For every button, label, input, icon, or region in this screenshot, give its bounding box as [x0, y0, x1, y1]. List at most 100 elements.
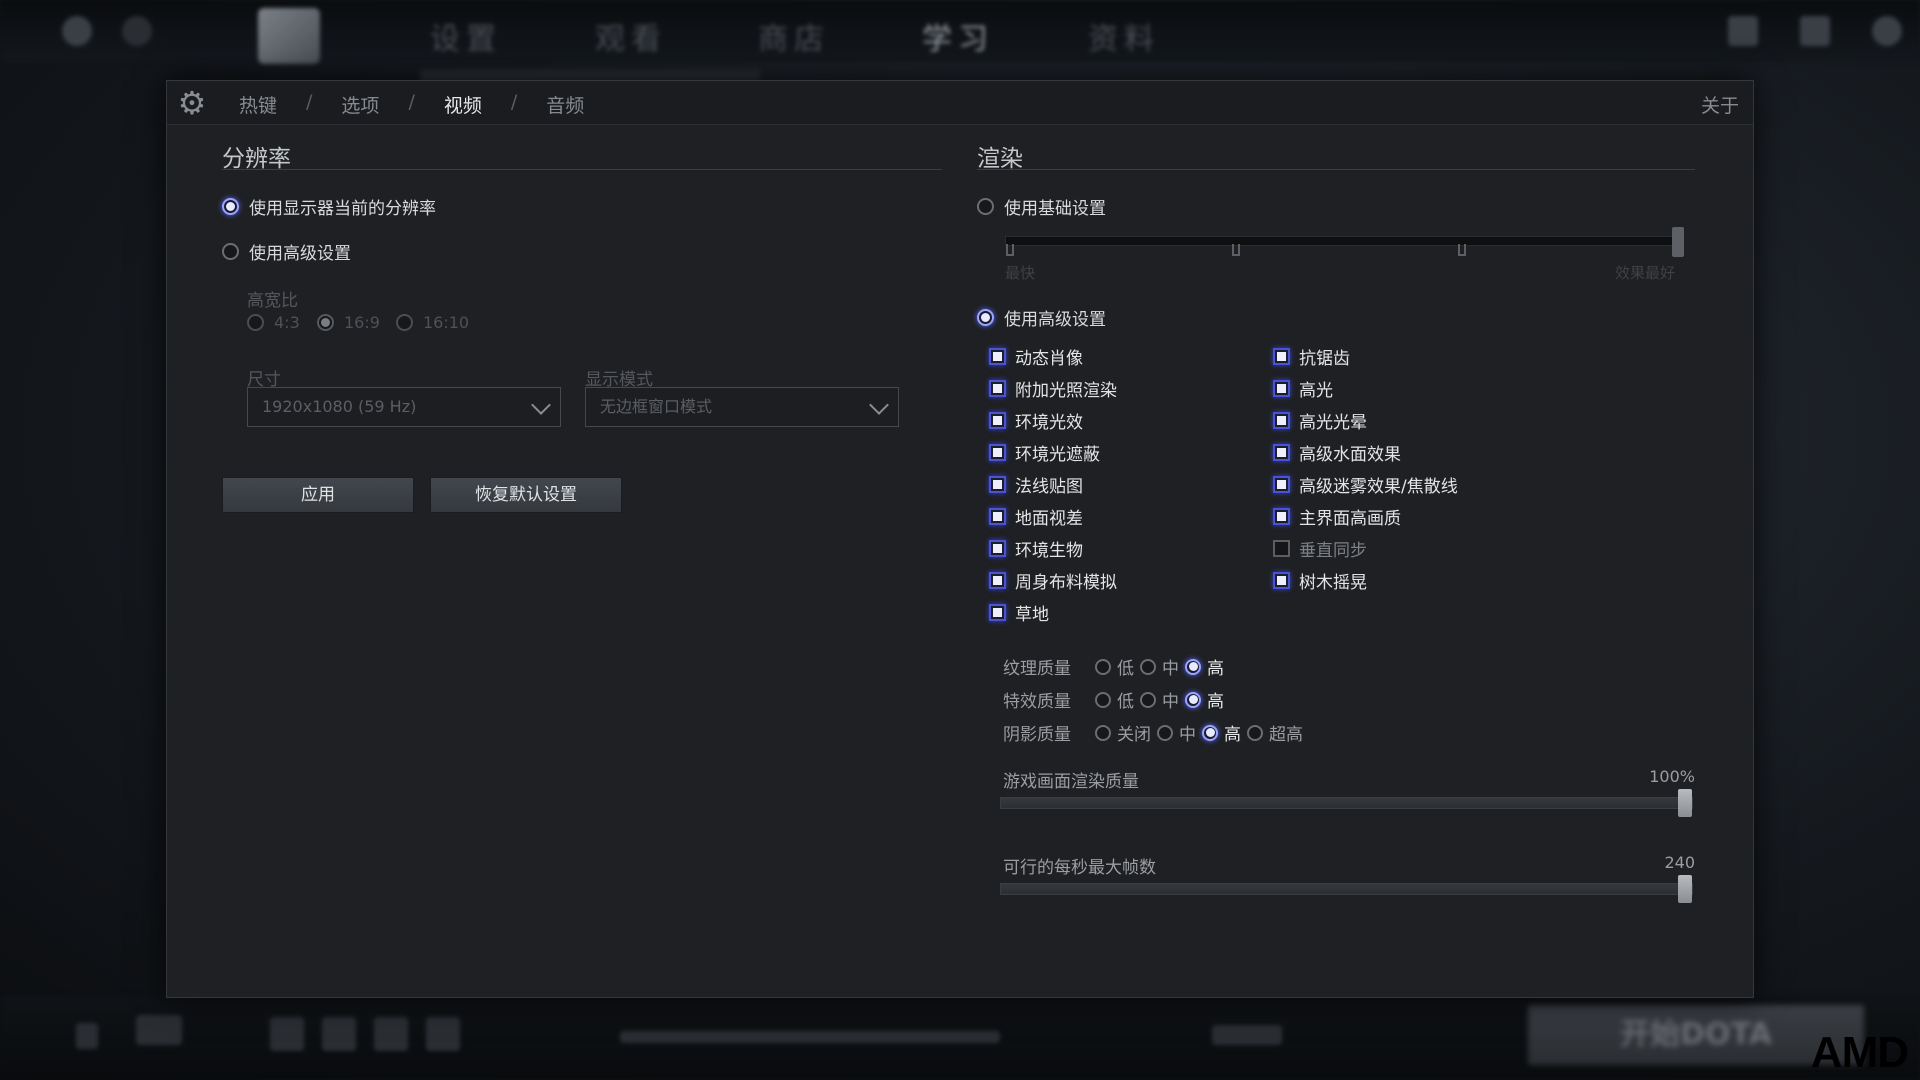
radio-button[interactable] [317, 314, 334, 331]
section-divider [977, 169, 1695, 170]
basic-quality-slider[interactable] [1005, 227, 1684, 257]
radio-button[interactable] [247, 314, 264, 331]
shadow-quality-off[interactable]: 关闭 [1095, 720, 1151, 745]
shadow-quality-medium[interactable]: 中 [1157, 720, 1196, 745]
aspect-option-16-10[interactable]: 16:10 [396, 313, 469, 332]
radio-button[interactable] [977, 198, 994, 215]
checkbox-vsync[interactable]: 垂直同步 [1273, 536, 1367, 561]
checkbox[interactable] [989, 604, 1006, 621]
checkbox-label: 环境光效 [1015, 413, 1083, 433]
radio-button[interactable] [1247, 724, 1263, 741]
checkbox[interactable] [989, 348, 1006, 365]
checkbox-tree-wind[interactable]: 树木摇晃 [1273, 568, 1367, 593]
chat-icon [76, 1023, 98, 1049]
checkbox[interactable] [1273, 572, 1290, 589]
checkbox[interactable] [1273, 540, 1290, 557]
radio-button[interactable] [1140, 691, 1156, 708]
checkbox[interactable] [1273, 476, 1290, 493]
checkbox[interactable] [989, 476, 1006, 493]
effects-quality-low[interactable]: 低 [1095, 687, 1134, 712]
texture-quality-low[interactable]: 低 [1095, 654, 1134, 679]
tab-hotkeys[interactable]: 热键 [239, 91, 277, 118]
checkbox[interactable] [989, 572, 1006, 589]
checkbox[interactable] [989, 380, 1006, 397]
radio-button[interactable] [1185, 691, 1201, 708]
checkbox-grass[interactable]: 草地 [989, 600, 1049, 625]
checkbox[interactable] [1273, 508, 1290, 525]
checkbox-bloom[interactable]: 高光光晕 [1273, 408, 1367, 433]
checkbox-ambient-lighting[interactable]: 环境光效 [989, 408, 1083, 433]
checkbox-label: 草地 [1015, 605, 1049, 625]
party-icon [136, 1015, 182, 1045]
tab-options[interactable]: 选项 [341, 91, 379, 118]
display-mode-dropdown[interactable]: 无边框窗口模式 [585, 387, 899, 427]
slider-tick [1458, 244, 1466, 256]
about-link[interactable]: 关于 [1701, 91, 1739, 118]
checkbox-normal-maps[interactable]: 法线贴图 [989, 472, 1083, 497]
checkbox-ambient-creatures[interactable]: 环境生物 [989, 536, 1083, 561]
use-current-resolution-option[interactable]: 使用显示器当前的分辨率 [222, 194, 436, 219]
checkbox[interactable] [1273, 348, 1290, 365]
render-quality-slider[interactable] [1000, 789, 1693, 817]
checkbox[interactable] [1273, 412, 1290, 429]
checkbox-animated-portrait[interactable]: 动态肖像 [989, 344, 1083, 369]
radio-button[interactable] [1095, 724, 1111, 741]
slider-thumb[interactable] [1678, 789, 1692, 817]
shadow-quality-ultra[interactable]: 超高 [1247, 720, 1303, 745]
top-nav-item: 观看 [595, 22, 667, 57]
slider-thumb[interactable] [1678, 875, 1692, 903]
checkbox[interactable] [989, 444, 1006, 461]
checkbox-additional-lighting[interactable]: 附加光照渲染 [989, 376, 1117, 401]
checkbox-high-quality-dashboard[interactable]: 主界面高画质 [1273, 504, 1401, 529]
checkbox-ambient-occlusion[interactable]: 环境光遮蔽 [989, 440, 1100, 465]
aspect-option-16-9[interactable]: 16:9 [317, 313, 380, 332]
apply-button[interactable]: 应用 [222, 477, 414, 513]
radio-button[interactable] [1140, 658, 1156, 675]
texture-quality-high[interactable]: 高 [1185, 654, 1224, 679]
render-quality-label: 游戏画面渲染质量 [1003, 772, 1139, 792]
gear-icon[interactable]: ⚙ [175, 86, 209, 120]
chevron-down-icon [869, 395, 889, 415]
use-advanced-render-option[interactable]: 使用高级设置 [977, 305, 1106, 330]
tab-audio[interactable]: 音频 [546, 91, 584, 118]
shadow-quality-row: 阴影质量 关闭 中 高 超高 [1003, 720, 1309, 745]
radio-button[interactable] [396, 314, 413, 331]
slider-tick [1006, 244, 1014, 256]
radio-button[interactable] [1157, 724, 1173, 741]
use-advanced-resolution-option[interactable]: 使用高级设置 [222, 239, 351, 264]
radio-button[interactable] [1095, 658, 1111, 675]
aspect-option-4-3[interactable]: 4:3 [247, 313, 300, 332]
radio-button[interactable] [1185, 658, 1201, 675]
checkbox-anti-aliasing[interactable]: 抗锯齿 [1273, 344, 1350, 369]
texture-quality-row: 纹理质量 低 中 高 [1003, 654, 1230, 679]
status-text [620, 1031, 1000, 1043]
checkbox-ground-parallax[interactable]: 地面视差 [989, 504, 1083, 529]
texture-quality-medium[interactable]: 中 [1140, 654, 1179, 679]
status-icons [1212, 1025, 1282, 1045]
effects-quality-high[interactable]: 高 [1185, 687, 1224, 712]
slider-thumb[interactable] [1672, 227, 1684, 257]
checkbox-cloth-simulation[interactable]: 周身布料模拟 [989, 568, 1117, 593]
checkbox[interactable] [1273, 380, 1290, 397]
radio-button[interactable] [1202, 724, 1218, 741]
checkbox[interactable] [989, 540, 1006, 557]
restore-defaults-button[interactable]: 恢复默认设置 [430, 477, 622, 513]
checkbox-fog-caustics[interactable]: 高级迷雾效果/焦散线 [1273, 472, 1458, 497]
radio-button[interactable] [977, 309, 994, 326]
checkbox[interactable] [1273, 444, 1290, 461]
checkbox[interactable] [989, 508, 1006, 525]
checkbox-high-quality-water[interactable]: 高级水面效果 [1273, 440, 1401, 465]
max-fps-slider[interactable] [1000, 875, 1693, 903]
resolution-size-dropdown[interactable]: 1920x1080 (59 Hz) [247, 387, 561, 427]
quality-label: 纹理质量 [1003, 659, 1071, 679]
use-basic-render-option[interactable]: 使用基础设置 [977, 194, 1106, 219]
checkbox-specular[interactable]: 高光 [1273, 376, 1333, 401]
checkbox[interactable] [989, 412, 1006, 429]
radio-button[interactable] [222, 243, 239, 260]
checkbox-label: 主界面高画质 [1299, 509, 1401, 529]
effects-quality-medium[interactable]: 中 [1140, 687, 1179, 712]
shadow-quality-high[interactable]: 高 [1202, 720, 1241, 745]
radio-button[interactable] [222, 198, 239, 215]
radio-button[interactable] [1095, 691, 1111, 708]
tab-video[interactable]: 视频 [444, 91, 482, 118]
